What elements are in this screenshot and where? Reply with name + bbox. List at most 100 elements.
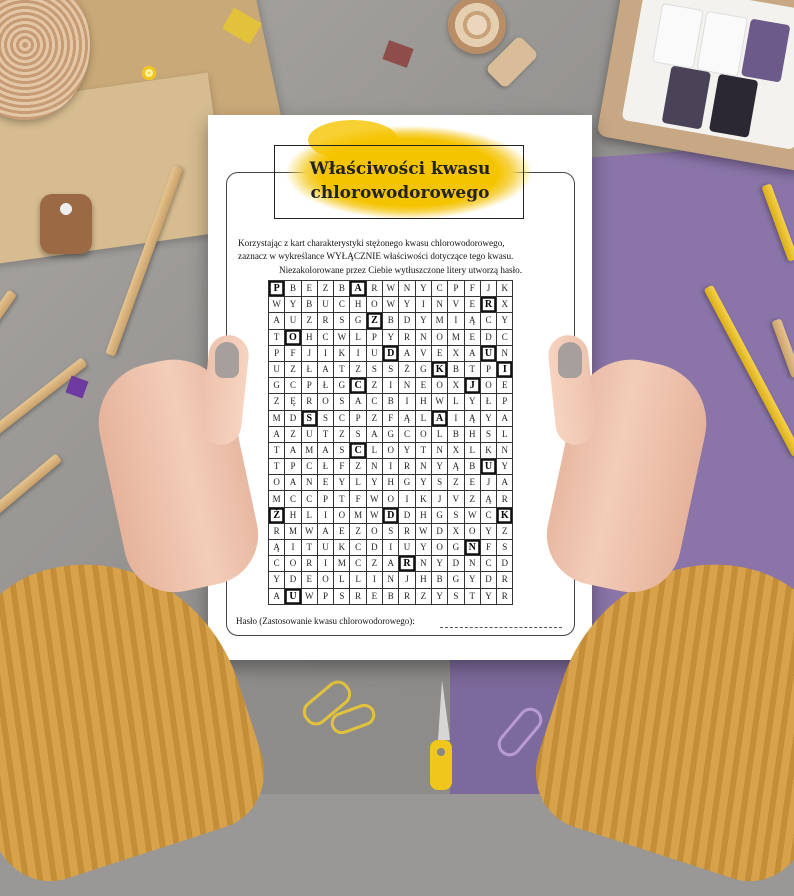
grid-letter[interactable]: S bbox=[349, 425, 367, 443]
grid-letter[interactable]: Ż bbox=[267, 506, 286, 524]
grid-letter[interactable]: O bbox=[316, 393, 335, 411]
grid-letter[interactable]: E bbox=[463, 296, 481, 314]
grid-letter[interactable]: N bbox=[463, 555, 481, 573]
grid-letter[interactable]: Y bbox=[479, 522, 498, 541]
grid-letter[interactable]: Z bbox=[447, 474, 465, 492]
grid-letter[interactable]: W bbox=[267, 296, 286, 314]
grid-letter[interactable]: Y bbox=[398, 441, 416, 460]
grid-letter[interactable]: A bbox=[267, 587, 286, 605]
grid-letter[interactable]: E bbox=[333, 522, 351, 541]
grid-letter[interactable]: U bbox=[479, 344, 498, 362]
grid-letter[interactable]: I bbox=[447, 312, 465, 330]
grid-letter[interactable]: N bbox=[496, 441, 514, 460]
grid-letter[interactable]: T bbox=[463, 587, 481, 605]
grid-letter[interactable]: M bbox=[267, 490, 286, 508]
grid-letter[interactable]: R bbox=[316, 312, 335, 330]
grid-letter[interactable]: K bbox=[333, 538, 351, 557]
grid-letter[interactable]: C bbox=[267, 555, 286, 573]
grid-letter[interactable]: O bbox=[430, 377, 449, 395]
grid-letter[interactable]: N bbox=[414, 328, 432, 346]
grid-letter[interactable]: N bbox=[398, 377, 416, 395]
grid-letter[interactable]: X bbox=[447, 522, 465, 541]
grid-letter[interactable]: R bbox=[300, 393, 318, 411]
grid-letter[interactable]: E bbox=[430, 344, 449, 362]
grid-letter[interactable]: L bbox=[300, 506, 318, 524]
grid-letter[interactable]: Z bbox=[365, 409, 384, 427]
grid-letter[interactable]: D bbox=[479, 571, 498, 589]
grid-letter[interactable]: A bbox=[349, 279, 367, 298]
grid-letter[interactable]: S bbox=[447, 587, 465, 605]
grid-letter[interactable]: A bbox=[316, 522, 335, 541]
grid-letter[interactable]: G bbox=[447, 571, 465, 589]
grid-letter[interactable]: D bbox=[284, 409, 302, 427]
grid-letter[interactable]: A bbox=[365, 425, 384, 443]
grid-letter[interactable]: C bbox=[316, 328, 335, 346]
grid-letter[interactable]: H bbox=[463, 425, 481, 443]
grid-letter[interactable]: S bbox=[333, 441, 351, 460]
grid-letter[interactable]: L bbox=[430, 425, 449, 443]
grid-letter[interactable]: B bbox=[382, 587, 400, 605]
grid-letter[interactable]: P bbox=[479, 360, 498, 379]
grid-letter[interactable]: A bbox=[463, 344, 481, 362]
grid-letter[interactable]: Y bbox=[414, 312, 432, 330]
grid-letter[interactable]: Y bbox=[267, 571, 286, 589]
grid-letter[interactable]: S bbox=[300, 409, 318, 427]
grid-letter[interactable]: R bbox=[398, 328, 416, 346]
grid-letter[interactable]: T bbox=[333, 490, 351, 508]
grid-letter[interactable]: H bbox=[382, 474, 400, 492]
grid-letter[interactable]: Ą bbox=[463, 409, 481, 427]
grid-letter[interactable]: N bbox=[430, 441, 449, 460]
grid-letter[interactable]: N bbox=[430, 296, 449, 314]
grid-letter[interactable]: M bbox=[300, 441, 318, 460]
grid-letter[interactable]: F bbox=[479, 538, 498, 557]
grid-letter[interactable]: I bbox=[398, 393, 416, 411]
grid-letter[interactable]: T bbox=[463, 360, 481, 379]
grid-letter[interactable]: R bbox=[398, 458, 416, 476]
grid-letter[interactable]: O bbox=[430, 538, 449, 557]
grid-letter[interactable]: J bbox=[300, 344, 318, 362]
grid-letter[interactable]: R bbox=[398, 555, 416, 573]
grid-letter[interactable]: C bbox=[365, 393, 384, 411]
grid-letter[interactable]: R bbox=[349, 587, 367, 605]
grid-letter[interactable]: S bbox=[333, 312, 351, 330]
grid-letter[interactable]: I bbox=[496, 360, 514, 379]
grid-letter[interactable]: Z bbox=[267, 393, 286, 411]
grid-letter[interactable]: D bbox=[479, 328, 498, 346]
grid-letter[interactable]: D bbox=[398, 312, 416, 330]
grid-letter[interactable]: C bbox=[284, 490, 302, 508]
grid-letter[interactable]: A bbox=[267, 312, 286, 330]
grid-letter[interactable]: F bbox=[349, 490, 367, 508]
grid-letter[interactable]: K bbox=[430, 360, 449, 379]
grid-letter[interactable]: W bbox=[463, 506, 481, 524]
grid-letter[interactable]: L bbox=[496, 425, 514, 443]
grid-letter[interactable]: S bbox=[316, 409, 335, 427]
grid-letter[interactable]: Ż bbox=[398, 360, 416, 379]
grid-letter[interactable]: W bbox=[333, 328, 351, 346]
grid-letter[interactable]: K bbox=[496, 279, 514, 298]
grid-letter[interactable]: X bbox=[447, 344, 465, 362]
grid-letter[interactable]: B bbox=[333, 279, 351, 298]
grid-letter[interactable]: N bbox=[496, 344, 514, 362]
grid-letter[interactable]: Z bbox=[365, 555, 384, 573]
grid-letter[interactable]: O bbox=[333, 506, 351, 524]
grid-letter[interactable]: R bbox=[398, 587, 416, 605]
grid-letter[interactable]: A bbox=[496, 474, 514, 492]
grid-letter[interactable]: N bbox=[398, 279, 416, 298]
grid-letter[interactable]: S bbox=[333, 393, 351, 411]
grid-letter[interactable]: B bbox=[430, 571, 449, 589]
grid-letter[interactable]: G bbox=[349, 312, 367, 330]
grid-letter[interactable]: B bbox=[463, 458, 481, 476]
grid-letter[interactable]: M bbox=[430, 312, 449, 330]
grid-letter[interactable]: B bbox=[300, 296, 318, 314]
grid-letter[interactable]: E bbox=[365, 587, 384, 605]
grid-letter[interactable]: O bbox=[430, 328, 449, 346]
grid-letter[interactable]: Ą bbox=[398, 409, 416, 427]
grid-letter[interactable]: O bbox=[382, 490, 400, 508]
grid-letter[interactable]: Ą bbox=[463, 312, 481, 330]
grid-letter[interactable]: N bbox=[414, 458, 432, 476]
grid-letter[interactable]: C bbox=[333, 409, 351, 427]
grid-letter[interactable]: B bbox=[284, 279, 302, 298]
grid-letter[interactable]: W bbox=[430, 393, 449, 411]
grid-letter[interactable]: Y bbox=[284, 296, 302, 314]
grid-letter[interactable]: Ł bbox=[316, 458, 335, 476]
